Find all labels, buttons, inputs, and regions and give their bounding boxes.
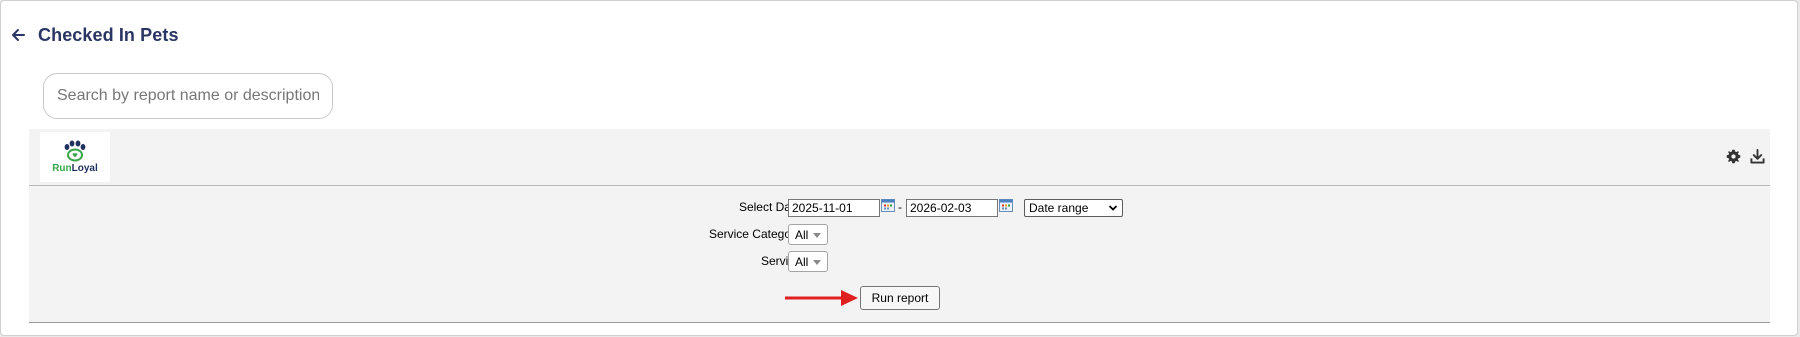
end-date-calendar-icon[interactable] (999, 199, 1013, 212)
page-header: Checked In Pets (7, 23, 179, 47)
service-select[interactable]: All (788, 251, 828, 272)
report-panel: RunLoyal Select Date Service Category Se… (29, 129, 1770, 323)
dropdown-triangle-icon (813, 233, 821, 238)
service-value: All (795, 254, 809, 269)
date-range-select[interactable]: Date range (1024, 199, 1123, 217)
report-parameters: Select Date Service Category Service - (29, 186, 1770, 323)
end-date-input[interactable] (906, 199, 998, 217)
param-labels: Select Date Service Category Service (629, 186, 801, 322)
service-category-select[interactable]: All (788, 224, 828, 245)
download-icon (1749, 148, 1765, 164)
red-arrow-annotation (785, 290, 858, 306)
logo-text: RunLoyal (52, 163, 98, 174)
dropdown-triangle-icon (813, 260, 821, 265)
page: Checked In Pets RunLoyal (0, 0, 1798, 336)
logo-text-run: Run (52, 163, 72, 174)
start-date-calendar-icon[interactable] (881, 199, 895, 212)
run-report-button[interactable]: Run report (860, 286, 940, 310)
logo-text-loyal: Loyal (71, 163, 98, 174)
service-category-value: All (795, 227, 809, 242)
runloyal-logo: RunLoyal (40, 132, 110, 182)
settings-button[interactable] (1724, 147, 1742, 165)
search-input[interactable] (43, 73, 333, 119)
report-toolbar: RunLoyal (29, 129, 1770, 186)
page-title: Checked In Pets (38, 24, 179, 45)
toolbar-actions (1724, 147, 1766, 165)
date-range-select-value: Date range (1029, 201, 1089, 215)
chevron-down-icon (1108, 205, 1118, 211)
back-button[interactable] (7, 24, 29, 46)
arrow-left-icon (12, 29, 25, 41)
download-button[interactable] (1748, 147, 1766, 165)
start-date-input[interactable] (788, 199, 880, 217)
date-separator: - (898, 200, 902, 214)
paw-heart-icon (64, 140, 86, 162)
search-box (43, 73, 333, 119)
gear-icon (1726, 149, 1740, 163)
